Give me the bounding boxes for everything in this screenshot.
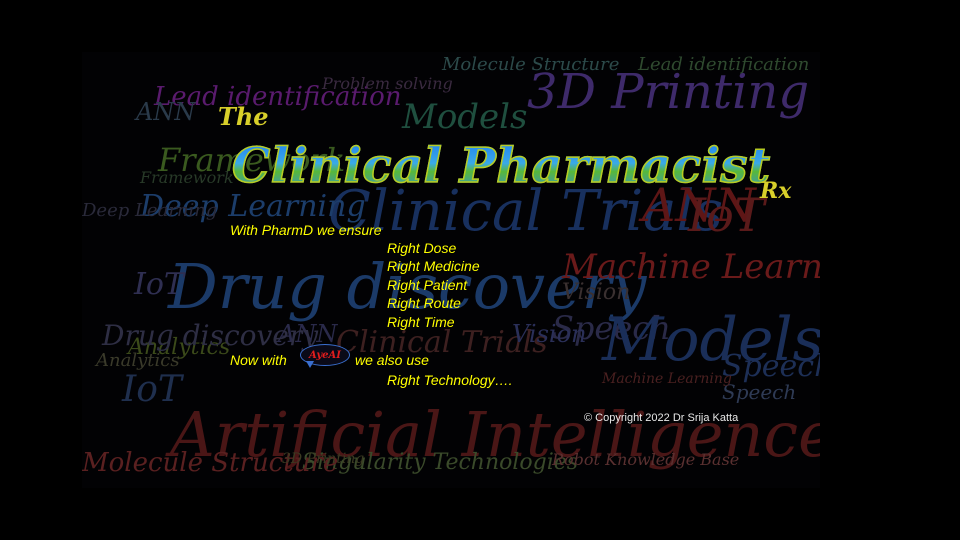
speech-bubble-tail <box>306 361 314 368</box>
cloud-word: Deep Learning <box>82 200 218 221</box>
intro-text: With PharmD we ensure <box>230 222 382 238</box>
cloud-word: Molecule Structure <box>442 54 620 75</box>
cloud-word: IoT <box>134 267 184 302</box>
cloud-word: Machine Learning <box>562 247 820 287</box>
ayeai-logo-text: AyeAI <box>309 349 341 361</box>
cloud-word: Speech <box>722 380 797 404</box>
title-the: The <box>218 102 269 131</box>
right-patient: Right Patient <box>387 277 468 293</box>
right-route: Right Route <box>387 295 461 311</box>
cloud-word: Models <box>402 97 528 137</box>
cloud-word: Problem solving <box>322 74 453 93</box>
page-title: Clinical Pharmacist <box>231 137 771 195</box>
right-dose: Right Dose <box>387 240 457 256</box>
cloud-word: Framework <box>140 168 234 187</box>
cloud-word: Machine Learning <box>602 371 732 387</box>
right-medicine: Right Medicine <box>387 258 480 274</box>
right-time: Right Time <box>387 314 455 330</box>
cloud-word: ANN <box>136 98 196 126</box>
cloud-word: Drug discovery <box>102 319 319 352</box>
cloud-word: Vision <box>512 320 587 348</box>
cloud-word: Analytics <box>96 350 180 371</box>
right-technology: Right Technology…. <box>387 372 513 388</box>
rx-symbol: Rx <box>760 178 792 204</box>
cloud-word: 3D Printing <box>282 451 365 467</box>
cloud-word: IoT <box>688 188 765 242</box>
cloud-word: Robot Knowledge Base <box>552 450 740 469</box>
cloud-word: IoT <box>122 369 182 410</box>
cloud-word: Vision <box>562 280 631 305</box>
cloud-word: Speech <box>722 349 820 384</box>
now-with-text: Now with <box>230 352 287 368</box>
also-use-text: we also use <box>355 352 429 368</box>
cloud-word: 3D Printing <box>527 64 810 120</box>
copyright-text: © Copyright 2022 Dr Srija Katta <box>584 412 739 424</box>
cloud-word: Lead identification <box>638 54 810 75</box>
